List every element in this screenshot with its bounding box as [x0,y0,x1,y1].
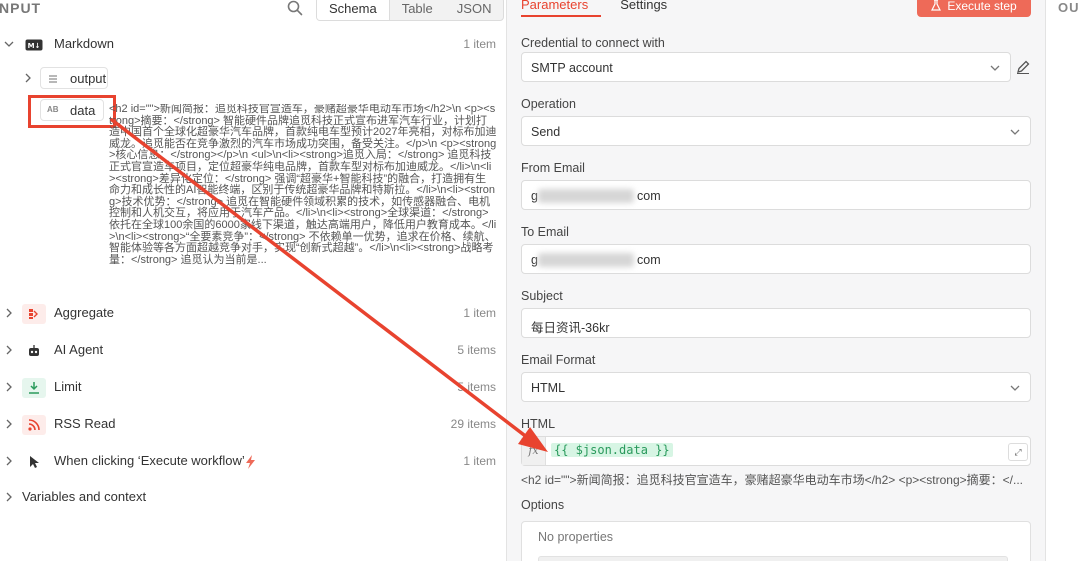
redacted-area [538,253,634,267]
credential-value: SMTP account [531,61,613,75]
node-label: Limit [54,379,82,394]
node-label: Markdown [54,36,114,51]
flask-icon [931,0,942,11]
from-email-input[interactable]: g com [521,180,1031,210]
chevron-right-icon[interactable] [4,345,14,355]
html-label: HTML [521,417,556,431]
credential-select[interactable]: SMTP account [521,52,1011,82]
email-format-value: HTML [531,381,566,395]
tab-parameters[interactable]: Parameters [521,0,620,12]
active-tab-indicator [521,15,601,17]
item-count: 1 item [463,454,496,468]
to-email-prefix: g [531,253,538,267]
input-panel: NPUT Schema Table JSON M↓ Markdown 1 ite… [0,0,505,561]
to-email-label: To Email [521,225,569,239]
add-option-button[interactable] [538,556,1008,561]
field-row-output[interactable]: output [0,67,200,89]
execute-step-button[interactable]: Execute step [917,0,1031,17]
output-panel: OU [1045,0,1080,561]
markdown-icon: M↓ [22,35,46,55]
input-panel-title: NPUT [0,0,42,16]
html-expression-preview: <h2 id="">新闻简报：追觅科技官宣造车，豪赌超豪华电动车市场</h2> … [521,473,1023,487]
data-field-value: <h2 id="">新闻简报：追觅科技官宣造车，豪赌超豪华电动车市场</h2>\… [109,104,497,266]
chevron-right-icon[interactable] [4,308,14,318]
list-icon [49,75,57,83]
limit-icon [22,378,46,398]
item-count: 5 items [457,343,496,357]
tab-settings[interactable]: Settings [620,0,699,12]
options-box: No properties [521,521,1031,561]
expand-editor-icon[interactable]: ⤢ [1008,443,1028,461]
rss-icon [22,415,46,435]
email-format-select[interactable]: HTML [521,372,1031,402]
html-expression-value: {{ $json.data }} [551,443,673,457]
node-row-rss-read[interactable]: RSS Read 29 items [0,414,505,436]
output-field-label: output [70,71,107,86]
node-row-markdown[interactable]: M↓ Markdown 1 item [0,34,505,56]
item-count: 29 items [450,417,496,431]
chevron-right-icon[interactable] [4,382,14,392]
chevron-down-icon [1010,385,1020,391]
chevron-down-icon [1010,129,1020,135]
node-row-ai-agent[interactable]: AI Agent 5 items [0,340,505,362]
from-email-label: From Email [521,161,585,175]
operation-value: Send [531,125,561,139]
node-row-limit[interactable]: Limit 5 items [0,377,505,399]
cursor-icon [22,452,46,472]
from-email-prefix: g [531,189,538,203]
view-tab-table[interactable]: Table [390,0,445,20]
execute-step-label: Execute step [947,0,1017,13]
item-count: 5 items [457,380,496,394]
edit-pencil-icon[interactable] [1015,59,1031,75]
node-label: RSS Read [54,416,116,431]
lightning-icon [246,455,255,469]
node-label: When clicking ‘Execute workflow’ [54,453,245,468]
node-row-manual-trigger[interactable]: When clicking ‘Execute workflow’ 1 item [0,451,505,473]
variables-context-label: Variables and context [22,489,147,504]
view-mode-toggle: Schema Table JSON [316,0,505,21]
string-type-icon: AB [47,105,59,114]
operation-select[interactable]: Send [521,116,1031,146]
to-email-suffix: com [637,253,661,267]
email-format-label: Email Format [521,353,596,367]
operation-label: Operation [521,97,576,111]
node-label: Aggregate [54,305,114,320]
search-icon[interactable] [286,0,304,17]
chevron-right-icon[interactable] [4,419,14,429]
subject-value: 每日资讯-36kr [531,321,610,335]
item-count: 1 item [463,306,496,320]
no-properties-text: No properties [538,530,614,544]
data-field-label: data [70,103,96,118]
output-field-pill[interactable]: output [40,67,108,89]
view-tab-schema[interactable]: Schema [317,0,390,20]
node-row-aggregate[interactable]: Aggregate 1 item [0,303,505,325]
view-tab-json[interactable]: JSON [445,0,504,20]
parameters-panel: Parameters Settings Execute step Credent… [506,0,1045,561]
chevron-right-icon[interactable] [4,492,14,502]
subject-label: Subject [521,289,563,303]
aggregate-icon [22,304,46,324]
chevron-right-icon[interactable] [4,456,14,466]
param-tabs: Parameters Settings [521,0,699,17]
fx-icon: fx [522,437,546,465]
subject-input[interactable]: 每日资讯-36kr [521,308,1031,338]
item-count: 1 item [463,37,496,51]
chevron-right-icon[interactable] [23,73,33,83]
svg-text:M↓: M↓ [28,42,41,50]
options-label: Options [521,498,565,512]
output-panel-title: OU [1058,0,1080,15]
variables-context-row[interactable]: Variables and context [0,487,505,509]
redacted-area [538,189,634,203]
from-email-suffix: com [637,189,661,203]
chevron-down-icon[interactable] [4,39,14,49]
data-field-pill[interactable]: AB data [40,99,104,121]
robot-icon [22,341,46,361]
chevron-down-icon [990,65,1000,71]
credential-label: Credential to connect with [521,36,665,50]
to-email-input[interactable]: g com [521,244,1031,274]
node-label: AI Agent [54,342,104,357]
html-expression-input[interactable]: fx {{ $json.data }} ⤢ [521,436,1031,466]
